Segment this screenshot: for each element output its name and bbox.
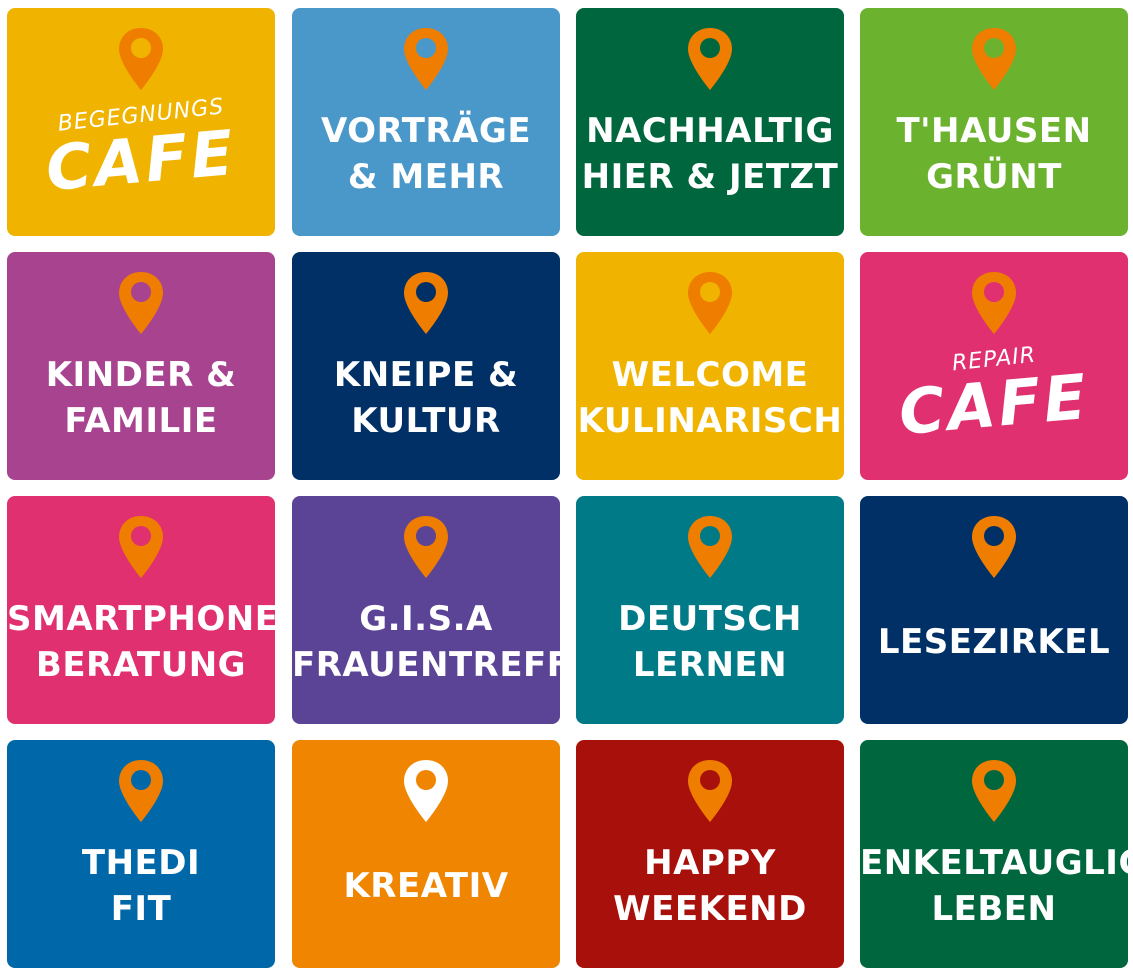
tile-label: VORTRÄGE & MEHR — [292, 108, 560, 200]
tile-label-line: SMARTPHONE — [7, 599, 275, 639]
tile-label: NACHHALTIG HIER & JETZT — [576, 108, 844, 200]
cafe-logo: REPAIR CAFE — [860, 343, 1128, 449]
tile-label: THEDI FIT — [7, 840, 275, 932]
tile-label-line: ENKELTAUGLICH — [860, 843, 1128, 883]
cafe-logo: BEGEGNUNGS CAFE — [7, 94, 275, 205]
tile-kreativ[interactable]: KREATIV — [292, 740, 560, 968]
tile-label-line: KREATIV — [343, 866, 509, 906]
tile-label-line: KNEIPE & — [333, 355, 519, 395]
tile-label-line: NACHHALTIG — [586, 111, 834, 151]
tile-label: KINDER & FAMILIE — [7, 352, 275, 444]
tile-label-line: FRAUENTREFF — [292, 645, 560, 685]
tile-label: ENKELTAUGLICH LEBEN — [860, 840, 1128, 932]
tile-happy-weekend[interactable]: HAPPY WEEKEND — [576, 740, 844, 968]
tile-label-line: LESEZIRKEL — [877, 622, 1111, 662]
tile-label: T'HAUSEN GRÜNT — [860, 108, 1128, 200]
tile-vortraege-mehr[interactable]: VORTRÄGE & MEHR — [292, 8, 560, 236]
tile-welcome-kulinarisch[interactable]: WELCOME KULINARISCH — [576, 252, 844, 480]
tile-label: KREATIV — [292, 863, 560, 909]
tile-label-line: LEBEN — [931, 889, 1057, 929]
tile-label-line: GRÜNT — [926, 157, 1062, 197]
tile-kneipe-kultur[interactable]: KNEIPE & KULTUR — [292, 252, 560, 480]
tile-label-line: VORTRÄGE — [320, 111, 532, 151]
tile-label-line: G.I.S.A — [359, 599, 493, 639]
tile-label-line: THEDI — [81, 843, 201, 883]
tile-label-line: KULTUR — [351, 401, 501, 441]
tile-label-line: FIT — [110, 889, 172, 929]
tile-label-line: HAPPY — [644, 843, 776, 883]
tile-kinder-familie[interactable]: KINDER & FAMILIE — [7, 252, 275, 480]
tile-label-line: FAMILIE — [64, 401, 218, 441]
tile-thausen-gruent[interactable]: T'HAUSEN GRÜNT — [860, 8, 1128, 236]
tile-enkeltauglich-leben[interactable]: ENKELTAUGLICH LEBEN — [860, 740, 1128, 968]
tile-gisa-frauentreff[interactable]: G.I.S.A FRAUENTREFF — [292, 496, 560, 724]
tile-label: SMARTPHONE BERATUNG — [7, 596, 275, 688]
tile-label-line: LERNEN — [632, 645, 788, 685]
tile-repair-cafe[interactable]: REPAIR CAFE — [860, 252, 1128, 480]
tile-thedi-fit[interactable]: THEDI FIT — [7, 740, 275, 968]
tile-smartphone-beratung[interactable]: SMARTPHONE BERATUNG — [7, 496, 275, 724]
tile-label-line: KINDER & — [45, 355, 237, 395]
tile-label: WELCOME KULINARISCH — [576, 352, 844, 444]
tile-label: KNEIPE & KULTUR — [292, 352, 560, 444]
tile-label-line: HIER & JETZT — [581, 157, 839, 197]
tile-label-line: T'HAUSEN — [896, 111, 1092, 151]
tile-label-line: KULINARISCH — [577, 401, 843, 441]
tile-label: HAPPY WEEKEND — [576, 840, 844, 932]
tile-label: G.I.S.A FRAUENTREFF — [292, 596, 560, 688]
tile-deutsch-lernen[interactable]: DEUTSCH LERNEN — [576, 496, 844, 724]
tile-label: DEUTSCH LERNEN — [576, 596, 844, 688]
tile-label-line: & MEHR — [347, 157, 505, 197]
tile-label-line: DEUTSCH — [618, 599, 802, 639]
tile-label-line: WELCOME — [611, 355, 809, 395]
tile-label-line: WEEKEND — [613, 889, 807, 929]
tile-begegnungscafe[interactable]: BEGEGNUNGS CAFE — [7, 8, 275, 236]
tile-lesezirkel[interactable]: LESEZIRKEL — [860, 496, 1128, 724]
tile-nachhaltig-hier-jetzt[interactable]: NACHHALTIG HIER & JETZT — [576, 8, 844, 236]
tile-label: LESEZIRKEL — [860, 619, 1128, 665]
tile-label-line: BERATUNG — [35, 645, 247, 685]
